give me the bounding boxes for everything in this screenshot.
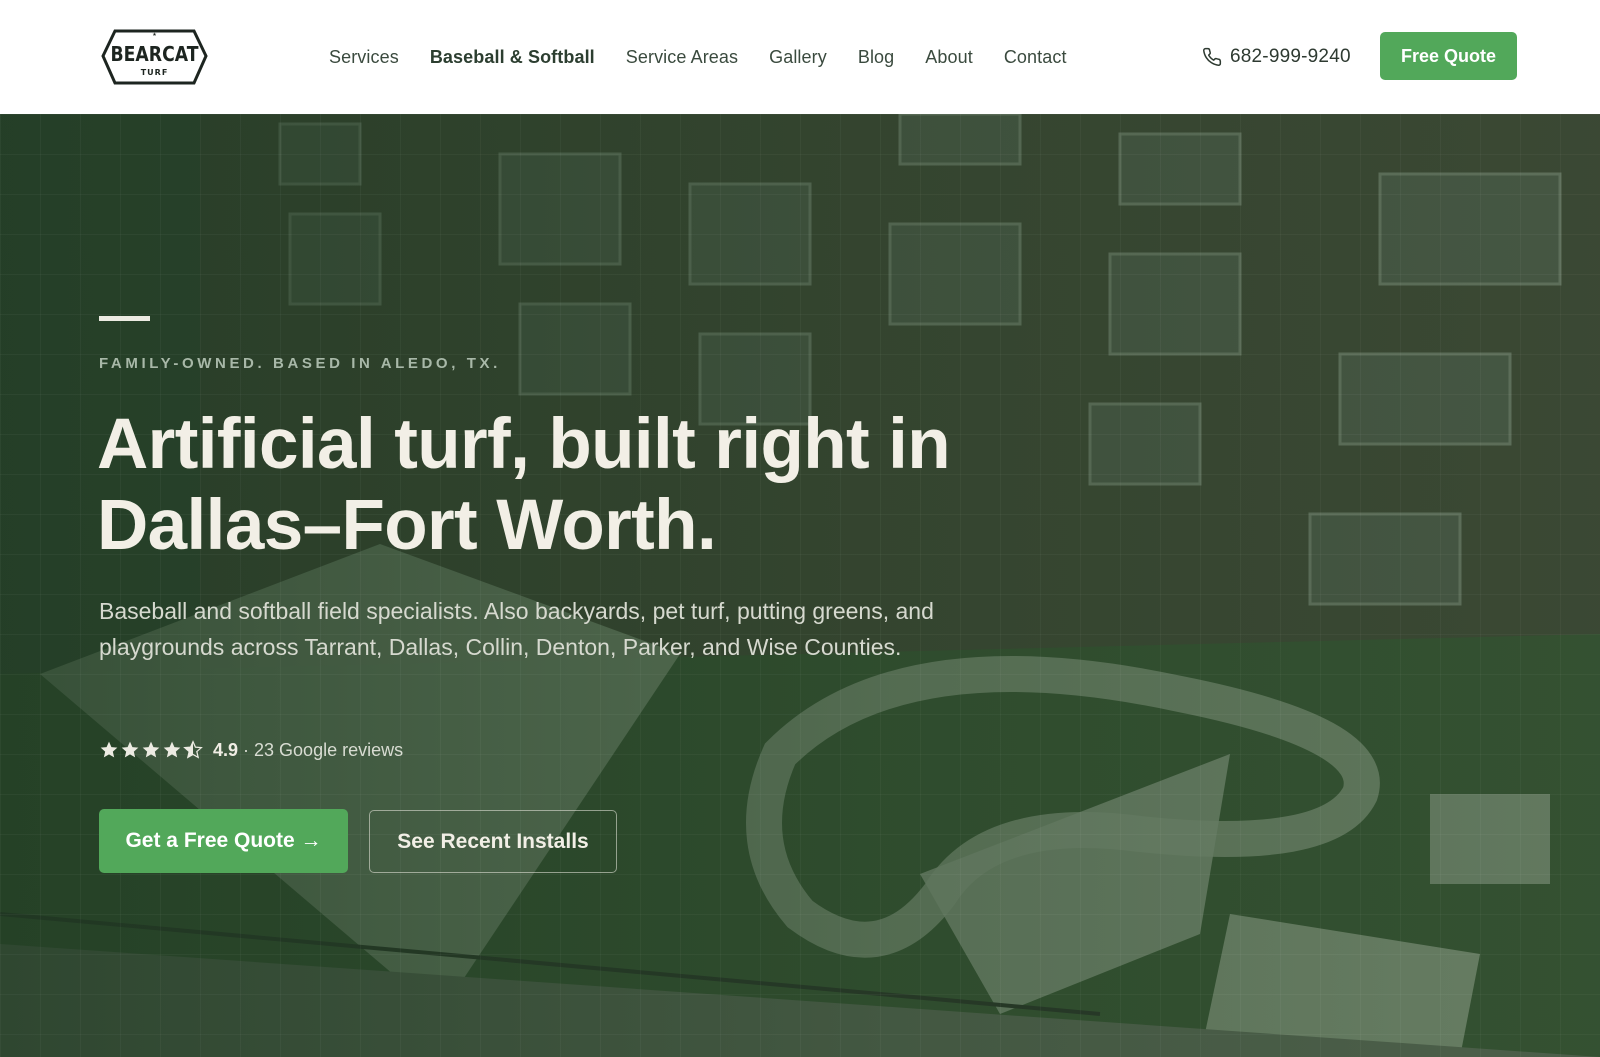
star-rating	[99, 740, 203, 760]
phone-icon	[1202, 47, 1222, 67]
phone-number: 682-999-9240	[1230, 46, 1351, 67]
nav-item-blog[interactable]: Blog	[858, 47, 894, 68]
nav-item-gallery[interactable]: Gallery	[769, 47, 827, 68]
star-icon	[121, 741, 139, 758]
hero-eyebrow: FAMILY-OWNED. BASED IN ALEDO, TX.	[99, 355, 501, 372]
hero-grid-texture	[0, 114, 1600, 1057]
hero-section: FAMILY-OWNED. BASED IN ALEDO, TX. Artifi…	[0, 114, 1600, 1057]
nav-item-service-areas[interactable]: Service Areas	[626, 47, 738, 68]
google-rating[interactable]: 4.9 · 23 Google reviews	[99, 738, 403, 762]
phone-link[interactable]: 682-999-9240	[1202, 44, 1351, 70]
nav-item-services[interactable]: Services	[329, 47, 399, 68]
hero-headline: Artificial turf, built right in Dallas–F…	[97, 405, 951, 565]
half-star-icon	[183, 740, 203, 759]
nav-item-baseball-softball[interactable]: Baseball & Softball	[430, 47, 595, 68]
hero-subcopy: Baseball and softball field specialists.…	[99, 598, 934, 660]
star-icon	[142, 741, 160, 758]
star-icon	[163, 741, 181, 758]
svg-text:★: ★	[152, 32, 157, 38]
nav-item-about[interactable]: About	[925, 47, 973, 68]
star-icon	[100, 741, 118, 758]
site-header: ★ BEARCAT TURF Services Baseball & Softb…	[0, 0, 1600, 114]
nav-item-contact[interactable]: Contact	[1004, 47, 1067, 68]
svg-text:BEARCAT: BEARCAT	[111, 42, 199, 66]
free-quote-button[interactable]: Free Quote	[1380, 32, 1517, 80]
main-nav: Services Baseball & Softball Service Are…	[329, 44, 1098, 70]
svg-text:TURF: TURF	[141, 68, 169, 77]
review-count: · 23 Google reviews	[243, 739, 404, 760]
see-recent-installs-button[interactable]: See Recent Installs	[369, 810, 617, 873]
get-free-quote-button[interactable]: Get a Free Quote →	[99, 809, 348, 873]
bearcat-turf-logo[interactable]: ★ BEARCAT TURF	[101, 23, 208, 89]
rating-score: 4.9	[213, 739, 239, 760]
accent-line	[99, 316, 150, 321]
